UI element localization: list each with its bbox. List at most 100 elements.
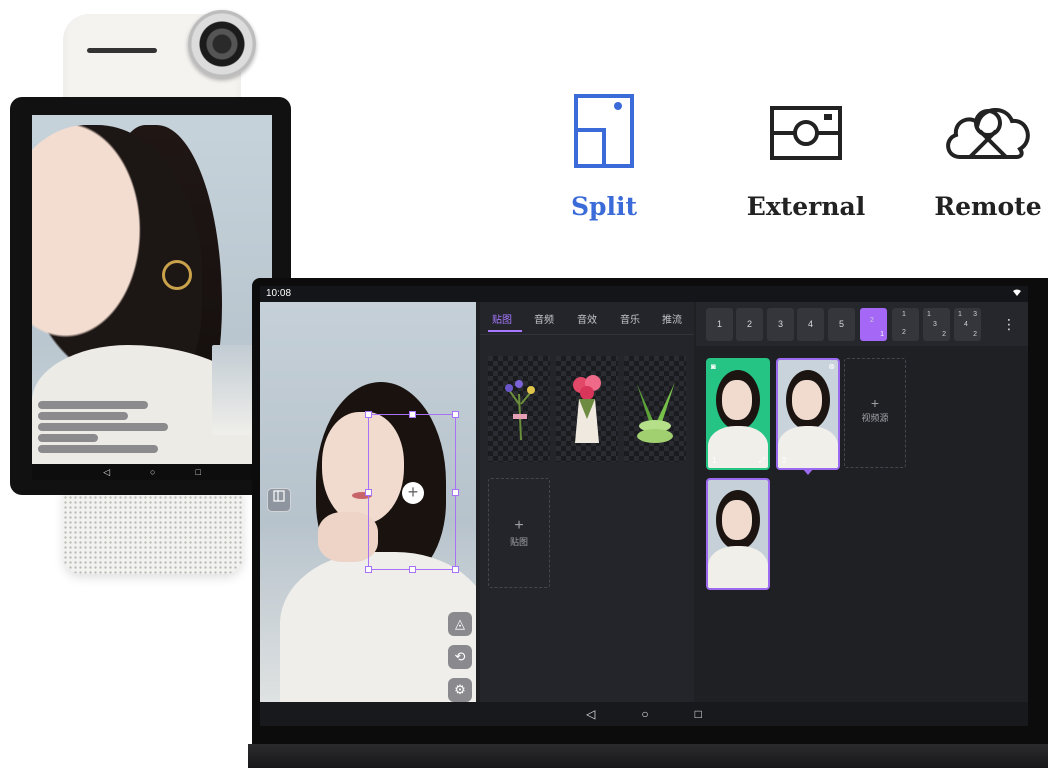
resize-handle[interactable] [452, 566, 459, 573]
camera-switch-icon[interactable]: ⟲ [448, 645, 472, 669]
source-number: 2 [782, 456, 787, 465]
preset-cell: 2 [870, 317, 874, 324]
expand-icon[interactable]: ⤢ [759, 456, 765, 466]
thumb-face [722, 380, 752, 420]
roses-vase-icon [573, 375, 601, 443]
back-icon[interactable]: ◁ [586, 707, 595, 721]
preview-sweater [280, 552, 476, 702]
tab-music[interactable]: 音乐 [620, 311, 640, 326]
layout-button-1[interactable]: 1 [706, 308, 733, 341]
chat-message [38, 423, 168, 431]
resize-handle[interactable] [365, 411, 372, 418]
sticker-roses-vase[interactable] [556, 356, 618, 462]
recent-apps-icon[interactable]: □ [195, 467, 200, 477]
layout-toolbar: 1 2 3 4 5 2 1 1 2 1 3 2 1 3 4 2 ⋮ [696, 302, 1028, 346]
mode-external-label: External [746, 192, 866, 221]
thumb-body [708, 546, 768, 588]
sources-panel: 1 2 3 4 5 2 1 1 2 1 3 2 1 3 4 2 ⋮ ◙ ⤢ 1 … [696, 302, 1028, 702]
aloe-icon [637, 382, 675, 443]
preset-cell: 4 [964, 321, 968, 328]
resize-handle[interactable] [452, 411, 459, 418]
preset-cell: 2 [942, 331, 946, 338]
layout-preset-1-2[interactable]: 1 2 [892, 308, 919, 341]
split-toggle-icon[interactable] [267, 488, 291, 512]
mode-split[interactable]: Split [544, 92, 664, 221]
thumb-face [792, 380, 822, 420]
preset-cell: 3 [933, 321, 937, 328]
mode-split-label: Split [570, 192, 638, 221]
active-tab-indicator [488, 330, 522, 332]
home-icon[interactable]: ○ [641, 707, 648, 721]
preset-cell: 1 [927, 311, 931, 318]
layout-preset-1-3-4-2[interactable]: 1 3 4 2 [954, 308, 981, 341]
layout-button-3[interactable]: 3 [767, 308, 794, 341]
wifi-icon [1012, 287, 1022, 300]
preset-cell: 2 [902, 329, 906, 336]
chat-message [38, 445, 158, 453]
add-sticker-button[interactable]: + 贴图 [488, 478, 550, 588]
tab-stickers[interactable]: 贴图 [492, 311, 512, 326]
more-options-icon[interactable]: ⋮ [1002, 316, 1016, 333]
mode-remote[interactable]: Remote [928, 92, 1048, 221]
tab-sound-effects[interactable]: 音效 [577, 311, 597, 326]
source-number: 1 [712, 456, 717, 465]
layout-preset-1-3-2[interactable]: 1 3 2 [923, 308, 950, 341]
chat-message [38, 412, 128, 420]
chat-message [38, 434, 98, 442]
video-source-2[interactable]: ⊗ 2 [776, 358, 840, 470]
portrait-device: ◁ ○ □ [10, 97, 291, 495]
mode-remote-label: Remote [934, 192, 1042, 221]
layout-preset-split-2-1[interactable]: 2 1 [860, 308, 887, 341]
camera-icon: ◙ [711, 362, 716, 371]
status-bar: 10:08 [260, 286, 1028, 302]
video-source-1[interactable]: ◙ ⤢ 1 [706, 358, 770, 470]
settings-gear-icon[interactable]: ⚙ [448, 678, 472, 702]
speaker-base [63, 490, 243, 574]
close-icon[interactable]: ⊗ [828, 362, 835, 371]
selected-source-indicator [802, 468, 814, 475]
asset-tabs: 贴图 音频 音效 音乐 推流 [480, 302, 694, 335]
plus-icon: + [870, 395, 880, 411]
layout-button-2[interactable]: 2 [736, 308, 763, 341]
resize-handle[interactable] [365, 489, 372, 496]
add-sticker-label: 贴图 [509, 537, 528, 547]
preset-cell: 1 [880, 331, 884, 338]
preset-cell: 3 [973, 311, 977, 318]
sticker-aloe[interactable] [624, 356, 686, 462]
home-icon[interactable]: ○ [150, 467, 155, 477]
chat-message [38, 401, 148, 409]
external-camera-icon [746, 92, 866, 172]
sticker-flower-bouquet[interactable] [488, 356, 550, 462]
tab-audio[interactable]: 音频 [534, 311, 554, 326]
layout-button-5[interactable]: 5 [828, 308, 855, 341]
resize-handle[interactable] [409, 566, 416, 573]
portrait-photo-earring [162, 260, 192, 290]
mode-external[interactable]: External [746, 92, 866, 221]
video-source-3[interactable] [706, 478, 770, 590]
resize-handle[interactable] [409, 411, 416, 418]
camera-lens-icon [188, 10, 256, 78]
mount-slot [87, 48, 157, 53]
app-screen: 10:08 + ◬ ⟲ ⚙ 贴图 音频 音效 音乐 推流 + 贴图 1 2 3 … [260, 286, 1028, 726]
layout-button-4[interactable]: 4 [797, 308, 824, 341]
flower-bouquet-icon [505, 380, 535, 441]
status-time: 10:08 [266, 288, 292, 299]
preset-cell: 2 [973, 331, 977, 338]
add-video-source-button[interactable]: + 视频源 [844, 358, 906, 468]
resize-handle[interactable] [365, 566, 372, 573]
beauty-filter-icon[interactable]: ◬ [448, 612, 472, 636]
add-region-plus-icon[interactable]: + [402, 482, 424, 504]
back-icon[interactable]: ◁ [103, 467, 110, 478]
recent-apps-icon[interactable]: □ [695, 707, 702, 721]
tab-streaming[interactable]: 推流 [662, 311, 682, 326]
plus-icon: + [514, 517, 524, 534]
preset-cell: 1 [902, 311, 906, 318]
assets-panel: 贴图 音频 音效 音乐 推流 + 贴图 [480, 302, 694, 702]
thumb-body [778, 426, 838, 468]
nav-bar: ◁ ○ □ [260, 702, 1028, 726]
add-video-source-label: 视频源 [861, 413, 889, 423]
resize-handle[interactable] [452, 489, 459, 496]
camera-preview[interactable]: + ◬ ⟲ ⚙ [260, 302, 476, 702]
portrait-nav-bar: ◁ ○ □ [32, 464, 272, 480]
portrait-screen: ◁ ○ □ [32, 115, 272, 480]
